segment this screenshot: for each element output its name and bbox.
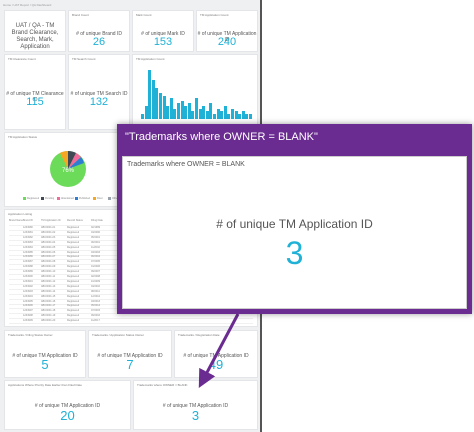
callout-tile[interactable]: Trademarks where OWNER = BLANK # of uniq… — [122, 156, 467, 309]
callout-header: "Trademarks where OWNER = BLANK" — [125, 131, 318, 143]
callout-metric-label: # of unique TM Application ID — [216, 217, 373, 231]
callout-metric-value: 3 — [285, 235, 304, 271]
callout-tile-title: Trademarks where OWNER = BLANK — [127, 161, 245, 168]
callout-popup: "Trademarks where OWNER = BLANK" Tradema… — [117, 124, 472, 314]
